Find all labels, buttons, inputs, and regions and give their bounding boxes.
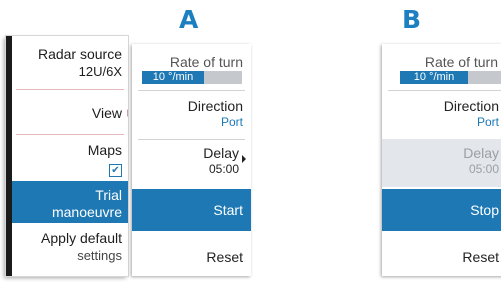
delay-item-a[interactable]: Delay 05:00 [132,145,251,185]
delay-value-b: 05:00 [468,162,499,176]
main-menu: Radar source 12U/6X View Maps ✔ Trial ma… [6,36,128,276]
direction-item-a[interactable]: Direction Port [132,98,251,134]
direction-label-b: Direction [443,98,499,114]
submenu-divider [138,139,245,140]
menu-divider [16,134,124,135]
delay-label-a: Delay [203,145,239,161]
trial-label-line2: manoeuvre [51,204,122,220]
delay-item-b: Delay 05:00 [382,139,501,187]
rate-of-turn-fill-b: 10 °/min [400,71,468,84]
view-label: View [91,105,122,121]
panel-label-b: B [402,5,422,34]
maps-label: Maps [87,142,122,158]
chevron-right-icon [127,109,128,117]
direction-value-a: Port [220,115,243,129]
delay-value-a: 05:00 [208,162,239,176]
rate-of-turn-label-a: Rate of turn [169,54,243,70]
direction-label-a: Direction [187,98,243,114]
menu-divider [16,89,124,90]
menu-item-view[interactable]: View [12,105,128,125]
trial-label-line1: Trial [95,187,122,203]
direction-value-b: Port [476,115,499,129]
panel-label-a: A [179,5,199,34]
check-icon[interactable]: ✔ [109,164,122,177]
menu-item-apply-default-settings[interactable]: Apply default settings [12,230,128,270]
rate-of-turn-label-b: Rate of turn [424,54,498,70]
trial-submenu-b: Rate of turn 10 °/min Direction Port Del… [382,44,501,276]
trial-submenu-a: Rate of turn 10 °/min Direction Port Del… [132,44,251,276]
reset-button-a[interactable]: Reset [132,242,251,272]
reset-button-b[interactable]: Reset [382,242,501,272]
submenu-divider [388,90,501,91]
rate-of-turn-fill-a: 10 °/min [142,71,204,84]
chevron-right-icon [242,155,246,163]
apply-label-line1: Apply default [41,230,122,246]
menu-item-radar-source[interactable]: Radar source 12U/6X [12,46,128,80]
apply-label-line2: settings [77,248,122,263]
menu-item-trial-manoeuvre[interactable]: Trial manoeuvre [12,181,128,223]
menu-item-maps[interactable]: Maps ✔ [12,142,128,178]
submenu-divider [138,90,245,91]
delay-label-b: Delay [463,145,499,161]
radar-source-value: 12U/6X [78,64,122,79]
start-button[interactable]: Start [132,189,251,231]
radar-source-label: Radar source [37,46,122,62]
direction-item-b[interactable]: Direction Port [382,98,501,134]
stop-button[interactable]: Stop [382,189,501,231]
